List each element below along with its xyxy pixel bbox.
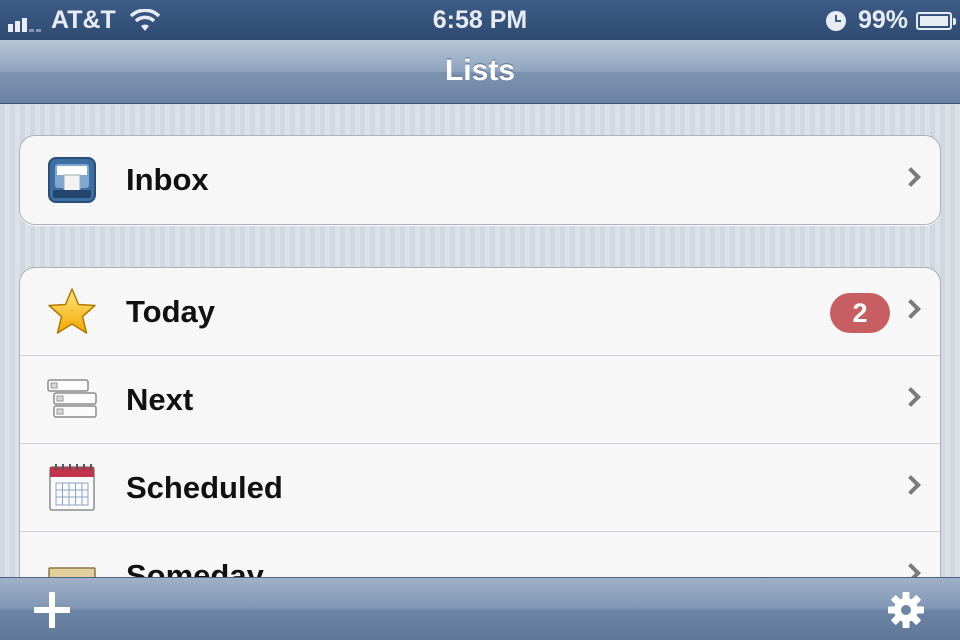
- list-item-label: Next: [126, 382, 194, 417]
- star-icon: [48, 288, 96, 334]
- add-button[interactable]: [34, 592, 70, 628]
- chevron-right-icon: [901, 167, 921, 187]
- battery-icon: [916, 11, 956, 30]
- list-item-next[interactable]: Next: [20, 356, 940, 444]
- archive-box-icon: [48, 567, 96, 577]
- navigation-bar: Lists: [0, 40, 960, 104]
- bottom-toolbar: [0, 577, 960, 640]
- chevron-right-icon: [901, 387, 921, 407]
- inbox-group: Inbox: [19, 135, 941, 225]
- battery-percent: 99%: [857, 6, 908, 34]
- lists-group: Today 2 Next Scheduled Someday: [19, 267, 941, 577]
- list-item-someday[interactable]: Someday: [20, 532, 940, 577]
- inbox-tray-icon: [48, 157, 96, 203]
- status-time: 6:58 PM: [432, 6, 528, 34]
- list-item-inbox[interactable]: Inbox: [20, 136, 940, 224]
- list-item-label: Someday: [126, 558, 264, 577]
- chevron-right-icon: [901, 475, 921, 495]
- list-item-scheduled[interactable]: Scheduled: [20, 444, 940, 532]
- calendar-icon: [49, 464, 95, 511]
- status-right: 99%: [825, 6, 956, 35]
- alarm-clock-icon: [825, 10, 846, 31]
- list-item-label: Today: [126, 294, 215, 329]
- list-item-today[interactable]: Today 2: [20, 268, 940, 356]
- chevron-right-icon: [901, 299, 921, 319]
- status-bar: AT&T 6:58 PM 99%: [0, 0, 960, 40]
- chevron-right-icon: [901, 563, 921, 577]
- list-item-label: Inbox: [126, 162, 209, 197]
- count-badge: 2: [830, 293, 890, 333]
- lists-content[interactable]: Inbox Today 2 Next Scheduled Someday: [0, 105, 960, 577]
- page-title: Lists: [444, 54, 516, 87]
- list-item-label: Scheduled: [126, 470, 283, 505]
- gear-icon[interactable]: [886, 590, 926, 630]
- stacked-cards-icon: [47, 379, 97, 418]
